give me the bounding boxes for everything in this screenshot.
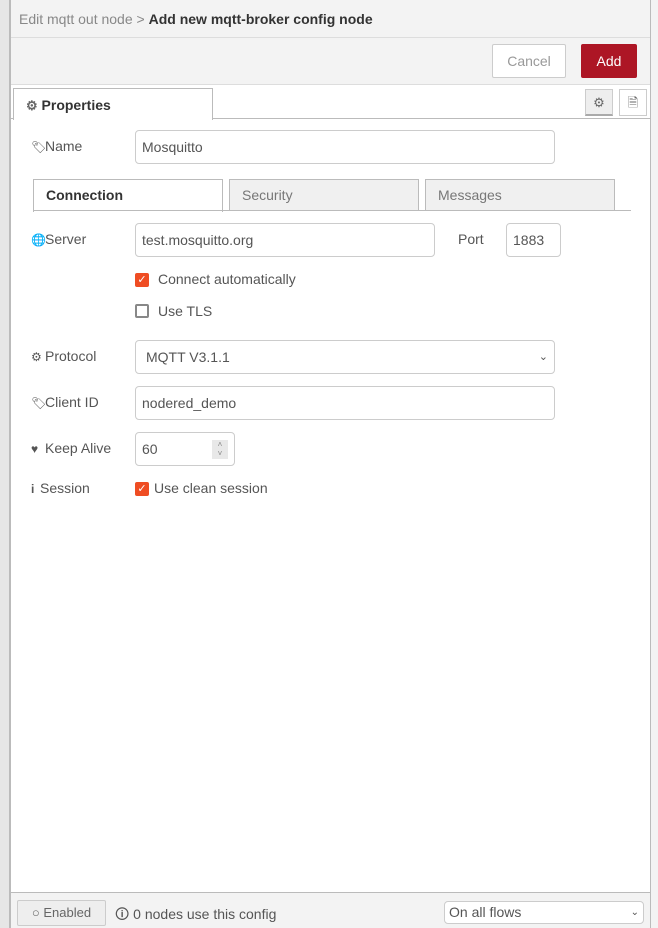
page-title: Add new mqtt-broker config node [148,11,373,27]
protocol-value: MQTT V3.1.1 [146,349,230,365]
tab-messages[interactable]: Messages [425,179,615,211]
add-button[interactable]: Add [581,44,637,78]
gear-icon: ⚙ [26,98,38,113]
name-label: 🏷Name [31,138,83,154]
heartbeat-icon: ♥ [31,442,39,456]
chevron-down-icon: ⌄ [538,351,548,363]
document-icon: 🗎 [627,95,639,110]
protocol-label: ⚙ Protocol [31,348,97,364]
editor-tray: Edit mqtt out node > Add new mqtt-broker… [10,0,651,928]
protocol-select[interactable]: MQTT V3.1.1 ⌄ [135,340,555,374]
keep-alive-value: 60 [142,441,158,457]
info-icon: i [31,482,35,496]
tab-properties[interactable]: ⚙ Properties [13,88,213,120]
connect-automatically-checkbox[interactable]: ✓ [135,273,149,287]
tray-toolbar: Cancel Add [11,38,650,85]
port-input[interactable]: 1883 [506,223,561,257]
node-properties-button[interactable]: ⚙ [585,89,613,116]
server-label: 🌐Server [31,231,87,247]
tray-footer: ○ Enabled 🛈 0 nodes use this config On a… [11,892,650,928]
breadcrumb: Edit mqtt out node > Add new mqtt-broker… [11,0,650,38]
gear-icon: ⚙ [593,95,605,110]
scope-value: On all flows [449,904,522,920]
enabled-label: Enabled [43,905,92,920]
scope-select[interactable]: On all flows ⌄ [444,901,644,924]
node-description-button[interactable]: 🗎 [619,89,647,116]
tray-tabs: ⚙ Properties ⚙ 🗎 [11,85,650,120]
tag-icon: 🏷 [31,140,47,154]
tab-divider [33,210,631,211]
tab-label: Properties [41,97,111,113]
globe-icon: 🌐 [31,233,46,247]
client-id-input[interactable]: nodered_demo [135,386,555,420]
session-label: i Session [31,480,90,496]
sidebar-edge [651,0,658,928]
server-input[interactable]: test.mosquitto.org [135,223,435,257]
keep-alive-input[interactable]: 60 ˄ ˅ [135,432,235,466]
connect-automatically-label: Connect automatically [158,271,296,287]
use-tls-label: Use TLS [158,303,213,319]
circle-icon: ○ [31,905,40,920]
enabled-toggle[interactable]: ○ Enabled [17,900,106,926]
usage-text: 🛈 0 nodes use this config [115,906,277,922]
keep-alive-label: ♥ Keep Alive [31,440,112,456]
cancel-button[interactable]: Cancel [492,44,566,78]
breadcrumb-separator: > [136,11,145,27]
gear-icon: ⚙ [31,350,42,364]
canvas-edge [0,0,10,928]
clean-session-label: Use clean session [154,480,268,496]
spinner-icon[interactable]: ˄ ˅ [212,440,228,459]
name-input[interactable]: Mosquitto [135,130,555,164]
breadcrumb-parent: Edit mqtt out node [19,11,133,27]
tab-connection[interactable]: Connection [33,179,223,212]
tab-security[interactable]: Security [229,179,419,211]
client-id-label: 🏷Client ID [31,394,99,410]
port-label: Port [458,231,484,247]
tag-icon: 🏷 [31,396,47,410]
chevron-down-icon: ⌄ [630,907,639,918]
clean-session-checkbox[interactable]: ✓ [135,482,149,496]
info-circle-icon: 🛈 [115,906,130,922]
use-tls-checkbox[interactable] [135,304,149,318]
